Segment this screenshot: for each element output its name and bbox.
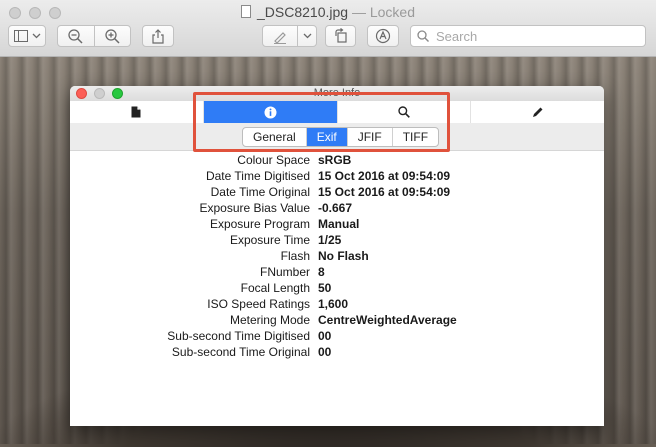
zoom-controls [57, 25, 131, 47]
tab-general[interactable] [70, 101, 204, 123]
annotate-icon [375, 28, 391, 44]
exif-value: sRGB [318, 153, 352, 167]
exif-label: ISO Speed Ratings [207, 297, 310, 311]
exif-value: 15 Oct 2016 at 09:54:09 [318, 169, 451, 183]
exif-row: Sub-second Time Original 00 [70, 344, 604, 360]
exif-value: 8 [318, 265, 325, 279]
search-icon [417, 30, 429, 42]
window-title: _DSC8210.jpg — Locked [0, 4, 656, 20]
annotate-button[interactable] [367, 25, 399, 47]
exif-properties: Colour Space sRGB Date Time Digitised 15 O… [70, 152, 604, 360]
exif-label: Focal Length [240, 281, 310, 295]
search-input[interactable] [434, 27, 628, 45]
exif-value: 50 [318, 281, 332, 295]
zoom-in-button[interactable] [95, 26, 131, 46]
exif-label: FNumber [259, 265, 310, 279]
markup-button[interactable] [262, 25, 317, 47]
exif-label: Date Time Original [210, 185, 310, 199]
rotate-button[interactable] [325, 25, 356, 47]
exif-label: Flash [280, 249, 310, 263]
exif-row: Date Time Digitised 15 Oct 2016 at 09:54:… [70, 168, 604, 184]
exif-row: FNumber 8 [70, 264, 604, 280]
exif-label: Exposure Bias Value [199, 201, 310, 215]
window-filename: _DSC8210.jpg [257, 4, 349, 20]
exif-label: Exposure Time [229, 233, 310, 247]
exif-value: 1/25 [318, 233, 342, 247]
chevron-down-icon [32, 33, 40, 39]
exif-row: Exposure Bias Value -0.667 [70, 200, 604, 216]
sidebar-icon [13, 30, 28, 42]
exif-row: Sub-second Time Digitised 00 [70, 328, 604, 344]
zoom-out-icon [68, 28, 83, 44]
share-icon [152, 28, 164, 44]
jpeg-file-icon [241, 5, 251, 18]
exif-row: Focal Length 50 [70, 280, 604, 296]
zoom-in-icon [105, 28, 120, 44]
exif-value: 00 [318, 345, 332, 359]
exif-row: Exposure Time 1/25 [70, 232, 604, 248]
exif-value: No Flash [318, 249, 369, 263]
window-titlebar: _DSC8210.jpg — Locked [0, 0, 656, 57]
markup-pen-segment[interactable] [263, 26, 297, 46]
chevron-down-icon [303, 33, 311, 39]
zoom-out-button[interactable] [58, 26, 94, 46]
pencil-icon [532, 107, 543, 117]
tab-edit[interactable] [471, 101, 604, 123]
annotation-highlight-box [193, 92, 450, 152]
share-button[interactable] [142, 25, 174, 47]
exif-label: Date Time Digitised [205, 169, 310, 183]
exif-value: 15 Oct 2016 at 09:54:09 [318, 185, 451, 199]
exif-label: Sub-second Time Original [171, 345, 310, 359]
window-locked-status: — Locked [351, 4, 415, 20]
pen-icon [274, 31, 286, 44]
exif-row: ISO Speed Ratings 1,600 [70, 296, 604, 312]
exif-row: Flash No Flash [70, 248, 604, 264]
exif-label: Colour Space [237, 153, 310, 167]
exif-row: Metering Mode CentreWeightedAverage [70, 312, 604, 328]
markup-menu-segment[interactable] [298, 26, 316, 46]
exif-value: 00 [318, 329, 332, 343]
sidebar-view-button[interactable] [8, 25, 46, 47]
exif-value: CentreWeightedAverage [318, 313, 457, 327]
exif-value: Manual [318, 217, 360, 231]
exif-value: 1,600 [318, 297, 349, 311]
search-field[interactable] [410, 25, 646, 47]
exif-label: Metering Mode [229, 313, 310, 327]
exif-row: Colour Space sRGB [70, 152, 604, 168]
exif-label: Exposure Program [209, 217, 310, 231]
exif-row: Exposure Program Manual [70, 216, 604, 232]
exif-row: Date Time Original 15 Oct 2016 at 09:54:0… [70, 184, 604, 200]
rotate-icon [334, 28, 347, 43]
exif-label: Sub-second Time Digitised [167, 329, 310, 343]
exif-value: -0.667 [318, 201, 353, 215]
document-icon [131, 106, 141, 118]
